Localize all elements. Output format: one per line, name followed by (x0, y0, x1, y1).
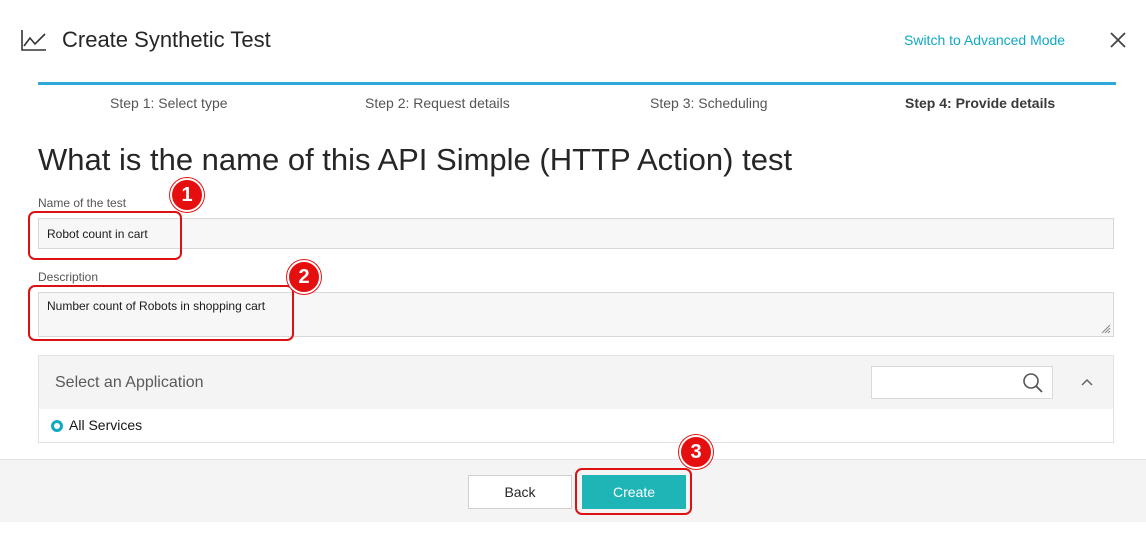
annotation-badge-1: 1 (170, 178, 204, 212)
highlight-description-field (28, 285, 294, 341)
step-1-select-type[interactable]: Step 1: Select type (110, 95, 228, 111)
search-icon (1023, 373, 1043, 393)
application-header[interactable]: Select an Application (39, 356, 1113, 409)
step-2-request-details[interactable]: Step 2: Request details (365, 95, 510, 111)
resize-grip-icon[interactable] (1101, 324, 1111, 334)
description-label: Description (38, 270, 99, 284)
application-selector: Select an Application All Services (38, 355, 1114, 443)
test-name-input[interactable]: Robot count in cart (38, 218, 1114, 249)
application-title: Select an Application (55, 374, 204, 391)
step-4-provide-details[interactable]: Step 4: Provide details (905, 95, 1055, 111)
highlight-create-button (575, 468, 692, 515)
switch-advanced-mode-link[interactable]: Switch to Advanced Mode (904, 32, 1065, 48)
highlight-name-field (28, 211, 182, 260)
close-icon[interactable] (1108, 30, 1128, 50)
step-3-scheduling[interactable]: Step 3: Scheduling (650, 95, 768, 111)
application-search-input[interactable] (871, 366, 1053, 399)
all-services-radio[interactable] (51, 420, 63, 432)
line-chart-icon (21, 30, 46, 51)
back-button[interactable]: Back (468, 475, 572, 509)
footer-bar: Back Create (0, 459, 1146, 522)
annotation-badge-3: 3 (679, 435, 713, 469)
chevron-up-icon[interactable] (1079, 374, 1095, 390)
annotation-badge-2: 2 (287, 260, 321, 294)
all-services-label[interactable]: All Services (69, 417, 142, 433)
question-heading: What is the name of this API Simple (HTT… (38, 142, 793, 177)
name-label: Name of the test (38, 196, 127, 210)
page-title: Create Synthetic Test (62, 27, 271, 52)
progress-bar (38, 82, 1116, 85)
